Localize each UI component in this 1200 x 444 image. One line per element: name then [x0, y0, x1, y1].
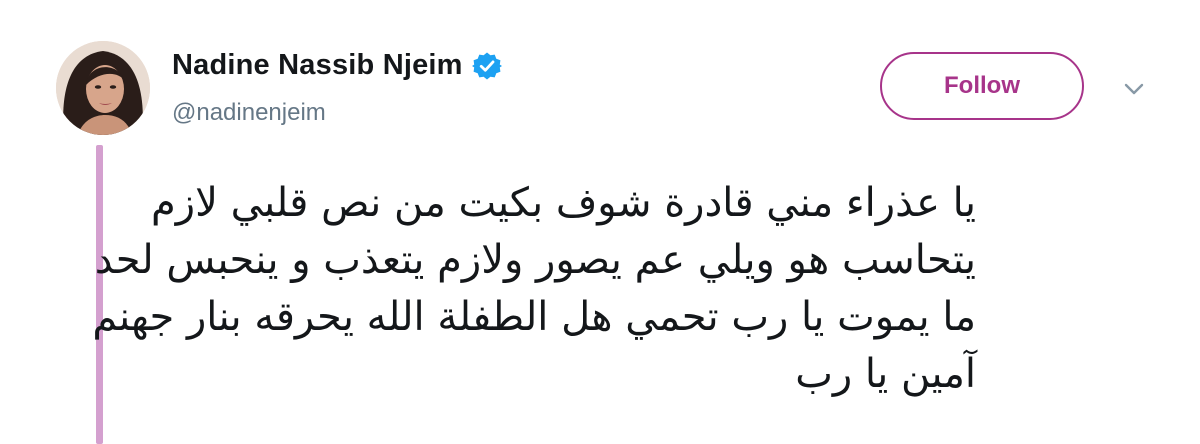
tweet-text-line: يا عذراء مني قادرة شوف بكيت من نص قلبي ل… — [151, 180, 976, 226]
tweet-text-line: آمين يا رب — [795, 351, 976, 397]
chevron-down-icon[interactable] — [1122, 80, 1146, 98]
profile-photo-icon — [56, 41, 150, 135]
author-name-row: Nadine Nassib Njeim — [172, 49, 502, 82]
tweet-card: Nadine Nassib Njeim @nadinenjeim Follow … — [0, 0, 1200, 444]
tweet-text-line: ما يموت يا رب تحمي هل الطفلة الله يحرقه … — [92, 294, 976, 340]
author-display-name[interactable]: Nadine Nassib Njeim — [172, 49, 463, 82]
verified-badge-icon — [471, 52, 502, 79]
tweet-text-line: يتحاسب هو ويلي عم يصور ولازم يتعذب و ينح… — [94, 237, 976, 283]
avatar[interactable] — [56, 41, 150, 135]
tweet-text: يا عذراء مني قادرة شوف بكيت من نص قلبي ل… — [92, 175, 976, 403]
author-handle[interactable]: @nadinenjeim — [172, 99, 326, 127]
follow-button[interactable]: Follow — [880, 52, 1084, 120]
